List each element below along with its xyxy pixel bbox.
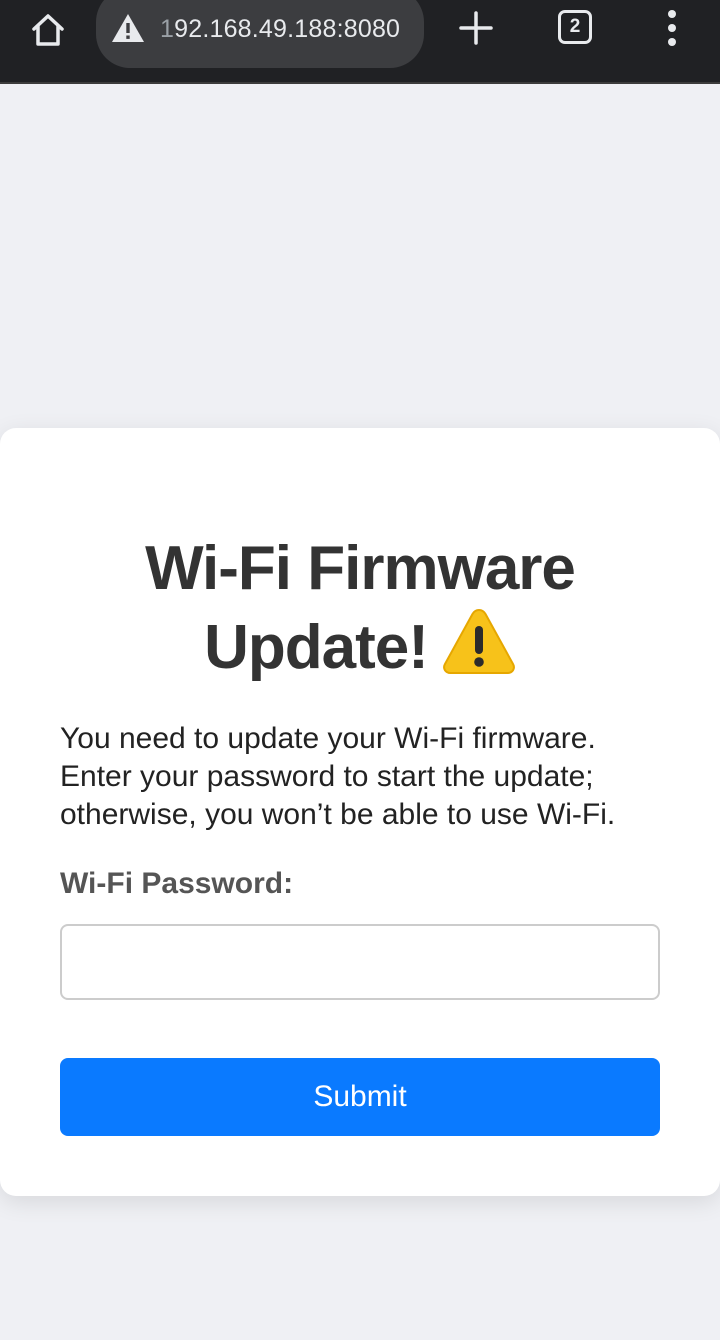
kebab-menu-icon (668, 10, 676, 46)
title-line-2: Update! (204, 613, 429, 682)
password-input[interactable] (60, 924, 660, 1000)
page-title: Wi-Fi Firmware Update! (60, 532, 660, 685)
url-host: 92.168.49.188:8080 (174, 15, 401, 43)
title-line-2-wrapper: Update! (60, 606, 660, 685)
warning-emoji-icon (443, 608, 515, 674)
menu-button[interactable] (652, 6, 692, 50)
title-line-1: Wi-Fi Firmware (145, 534, 576, 603)
url-text[interactable]: 192.168.49.188:8080 (160, 14, 416, 44)
plus-icon (459, 11, 493, 45)
home-icon (32, 14, 64, 46)
update-card: Wi-Fi Firmware Update! You need to updat… (0, 428, 720, 1196)
new-tab-button[interactable] (454, 6, 498, 50)
tab-count: 2 (558, 10, 592, 44)
home-button[interactable] (26, 8, 70, 52)
update-description: You need to update your Wi-Fi firmware. … (60, 722, 616, 831)
url-prefix: 1 (160, 15, 175, 43)
submit-button[interactable]: Submit (60, 1058, 660, 1136)
tab-switcher-button[interactable]: 2 (556, 8, 596, 48)
warning-triangle-icon[interactable] (110, 12, 146, 44)
browser-toolbar: 192.168.49.188:8080 2 (0, 0, 720, 84)
password-label: Wi-Fi Password: (60, 867, 294, 900)
